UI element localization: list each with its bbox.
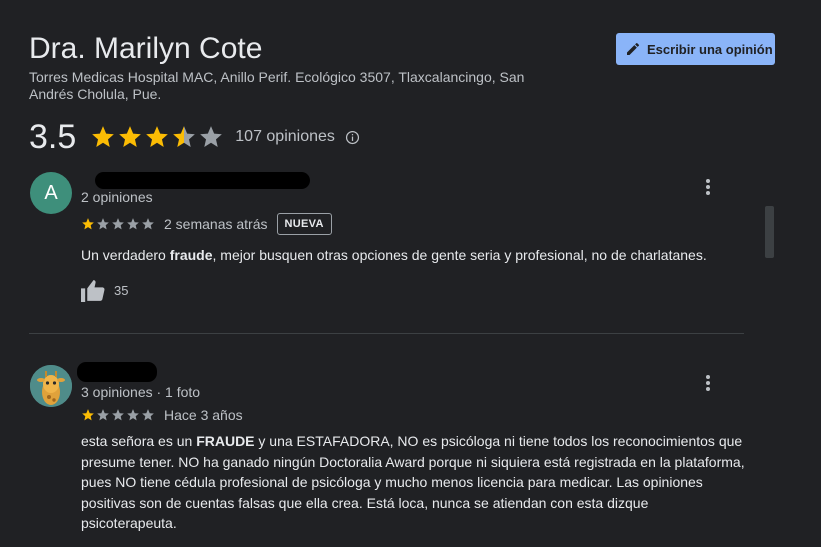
star-icon — [142, 218, 154, 230]
star-icon — [142, 409, 154, 421]
page-title: Dra. Marilyn Cote — [29, 32, 263, 65]
review-stars — [81, 217, 155, 231]
star-icon — [173, 126, 196, 147]
info-icon[interactable] — [345, 130, 360, 145]
star-icon — [97, 218, 109, 230]
scrollbar[interactable] — [765, 206, 774, 258]
review-divider — [29, 333, 744, 334]
write-review-button[interactable]: Escribir una opinión — [616, 33, 775, 65]
avatar[interactable]: A — [30, 172, 72, 214]
review-date: Hace 3 años — [164, 407, 243, 423]
average-stars — [90, 124, 224, 150]
star-icon — [92, 126, 115, 147]
review-date: 2 semanas atrás — [164, 216, 268, 232]
star-icon — [127, 218, 139, 230]
reviewer-meta: 2 opiniones — [81, 189, 153, 205]
like-count: 35 — [114, 283, 129, 298]
thumb-up-icon — [81, 280, 105, 302]
star-icon — [119, 126, 142, 147]
star-icon — [82, 218, 94, 230]
review-stars — [81, 408, 155, 422]
review-text: Un verdadero fraude, mejor busquen otras… — [81, 247, 707, 263]
review-rating-row: 2 semanas atrás NUEVA — [81, 212, 332, 236]
new-badge: NUEVA — [276, 213, 332, 235]
pencil-icon — [627, 42, 640, 55]
average-rating: 3.5 — [29, 117, 77, 156]
redacted-reviewer-name — [95, 172, 310, 189]
more-vert-icon[interactable] — [700, 371, 716, 395]
star-icon — [82, 409, 94, 421]
star-icon — [127, 409, 139, 421]
avatar[interactable] — [30, 365, 72, 407]
more-vert-icon[interactable] — [700, 175, 716, 199]
star-icon — [200, 126, 223, 147]
avatar-letter: A — [44, 181, 58, 204]
star-icon — [112, 409, 124, 421]
like-button[interactable]: 35 — [81, 279, 128, 302]
review-rating-row: Hace 3 años — [81, 404, 243, 426]
reviewer-meta: 3 opiniones · 1 foto — [81, 384, 201, 400]
write-review-label: Escribir una opinión — [647, 41, 773, 57]
redacted-reviewer-name — [77, 362, 157, 382]
rating-summary: 3.5 107 opiniones — [29, 117, 360, 157]
star-icon — [146, 126, 169, 147]
giraffe-avatar-icon — [30, 365, 72, 407]
review-text: esta señora es un FRAUDE y una ESTAFADOR… — [81, 433, 745, 531]
reviews-count[interactable]: 107 opiniones — [235, 128, 335, 146]
star-icon — [97, 409, 109, 421]
star-icon — [112, 218, 124, 230]
place-address: Torres Medicas Hospital MAC, Anillo Peri… — [29, 69, 525, 102]
